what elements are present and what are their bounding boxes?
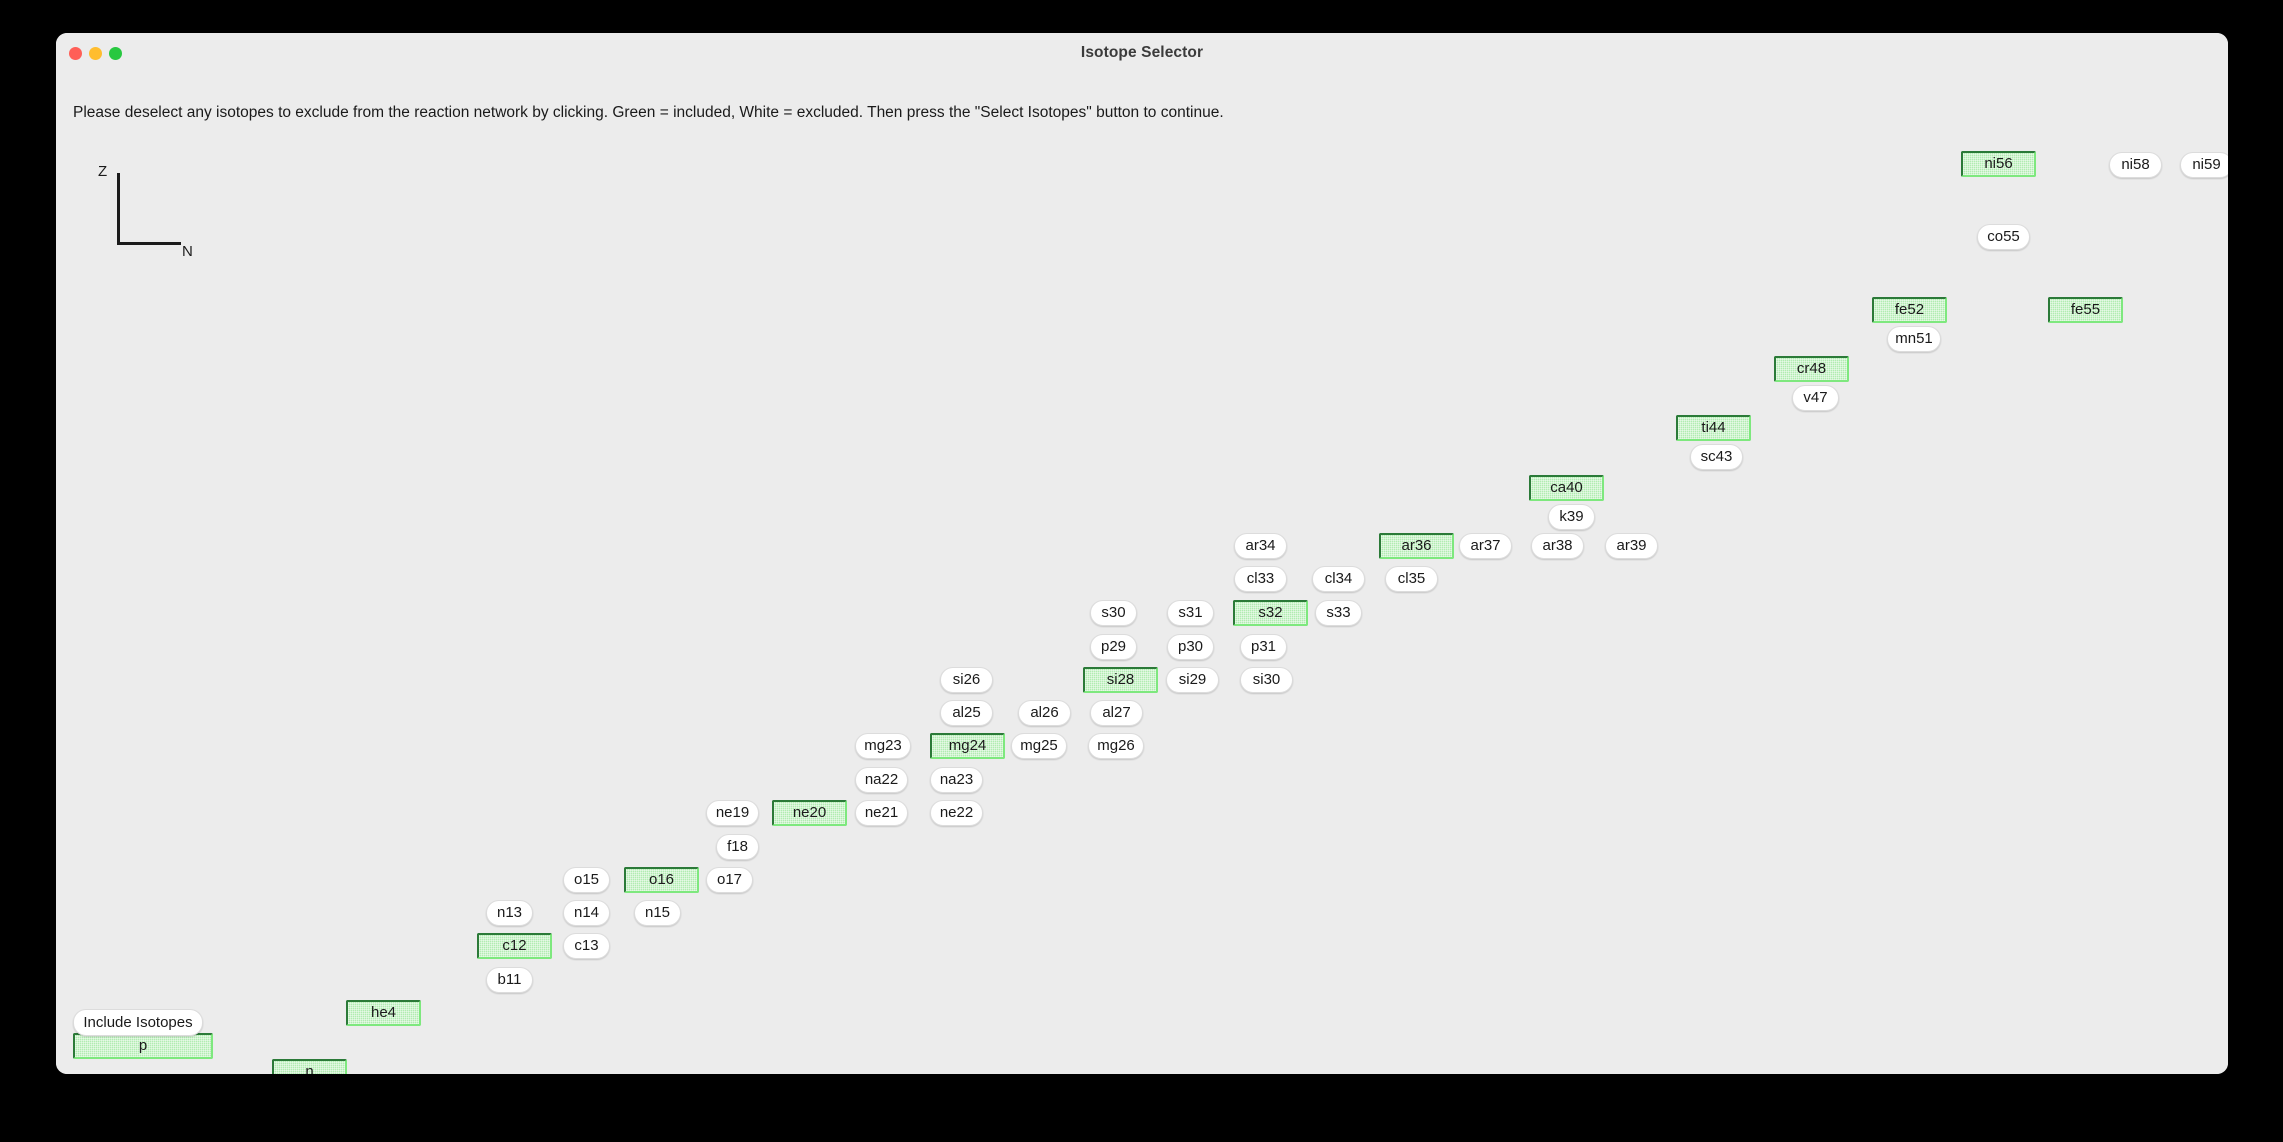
isotope-button-mg26[interactable]: mg26 [1088,733,1144,759]
isotope-button-p[interactable]: p [73,1033,213,1059]
isotope-button-c12[interactable]: c12 [477,933,552,959]
isotope-button-s30[interactable]: s30 [1090,600,1137,626]
screen: Isotope Selector Please deselect any iso… [0,0,2283,1142]
isotope-button-o16[interactable]: o16 [624,867,699,893]
isotope-button-ne21[interactable]: ne21 [855,800,908,826]
instruction-text: Please deselect any isotopes to exclude … [73,104,1224,121]
isotope-button-ni58[interactable]: ni58 [2109,152,2162,178]
isotope-button-n14[interactable]: n14 [563,900,610,926]
axis-vertical-line [117,173,120,245]
isotope-button-cl33[interactable]: cl33 [1234,566,1287,592]
isotope-button-na22[interactable]: na22 [855,767,908,793]
isotope-button-v47[interactable]: v47 [1792,385,1839,411]
isotope-button-n15[interactable]: n15 [634,900,681,926]
isotope-button-o17[interactable]: o17 [706,867,753,893]
isotope-button-mg23[interactable]: mg23 [855,733,911,759]
isotope-button-s31[interactable]: s31 [1167,600,1214,626]
axis-horizontal-line [117,242,181,245]
axis-z-label: Z [98,163,108,180]
isotope-button-si29[interactable]: si29 [1166,667,1219,693]
isotope-button-fe55[interactable]: fe55 [2048,297,2123,323]
isotope-button-al25[interactable]: al25 [940,700,993,726]
isotope-button-f18[interactable]: f18 [716,834,759,860]
window-titlebar: Isotope Selector [56,33,2228,73]
isotope-button-ne20[interactable]: ne20 [772,800,847,826]
isotope-button-mg25[interactable]: mg25 [1011,733,1067,759]
isotope-button-n[interactable]: n [272,1059,347,1074]
isotope-button-fe52[interactable]: fe52 [1872,297,1947,323]
isotope-button-ne22[interactable]: ne22 [930,800,983,826]
isotope-button-he4[interactable]: he4 [346,1000,421,1026]
isotope-button-ar38[interactable]: ar38 [1531,533,1584,559]
isotope-button-sc43[interactable]: sc43 [1690,444,1743,470]
isotope-button-ni56[interactable]: ni56 [1961,151,2036,177]
isotope-button-co55[interactable]: co55 [1977,224,2030,250]
isotope-button-s33[interactable]: s33 [1315,600,1362,626]
isotope-button-s32[interactable]: s32 [1233,600,1308,626]
isotope-button-n13[interactable]: n13 [486,900,533,926]
isotope-button-p30[interactable]: p30 [1167,634,1214,660]
isotope-button-ar39[interactable]: ar39 [1605,533,1658,559]
isotope-button-p31[interactable]: p31 [1240,634,1287,660]
isotope-button-si28[interactable]: si28 [1083,667,1158,693]
isotope-button-al27[interactable]: al27 [1090,700,1143,726]
isotope-button-ca40[interactable]: ca40 [1529,475,1604,501]
isotope-button-mg24[interactable]: mg24 [930,733,1005,759]
include-isotopes-button[interactable]: Include Isotopes [73,1009,203,1036]
window-content: Please deselect any isotopes to exclude … [56,72,2228,1074]
isotope-button-c13[interactable]: c13 [563,933,610,959]
isotope-button-cr48[interactable]: cr48 [1774,356,1849,382]
isotope-button-si30[interactable]: si30 [1240,667,1293,693]
isotope-button-mn51[interactable]: mn51 [1887,326,1941,352]
isotope-button-ar36[interactable]: ar36 [1379,533,1454,559]
window-title: Isotope Selector [1080,44,1204,61]
isotope-button-p29[interactable]: p29 [1090,634,1137,660]
isotope-button-si26[interactable]: si26 [940,667,993,693]
isotope-button-cl35[interactable]: cl35 [1385,566,1438,592]
isotope-button-ar37[interactable]: ar37 [1459,533,1512,559]
isotope-button-na23[interactable]: na23 [930,767,983,793]
isotope-button-k39[interactable]: k39 [1548,504,1595,530]
isotope-button-ne19[interactable]: ne19 [706,800,759,826]
isotope-button-b11[interactable]: b11 [486,967,533,993]
isotope-button-ni59[interactable]: ni59 [2180,152,2228,178]
isotope-button-cl34[interactable]: cl34 [1312,566,1365,592]
axis-n-label: N [182,243,193,260]
isotope-button-o15[interactable]: o15 [563,867,610,893]
isotope-button-ar34[interactable]: ar34 [1234,533,1287,559]
app-window: Isotope Selector Please deselect any iso… [56,33,2228,1074]
isotope-button-ti44[interactable]: ti44 [1676,415,1751,441]
isotope-button-al26[interactable]: al26 [1018,700,1071,726]
axis-indicator: Z N [92,163,212,260]
